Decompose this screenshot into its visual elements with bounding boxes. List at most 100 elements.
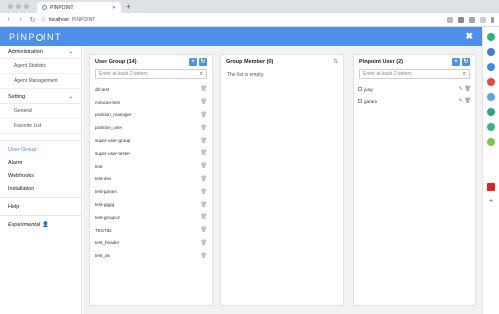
- sidebar-item-favorite-list[interactable]: Favorite List: [0, 119, 81, 134]
- trash-icon[interactable]: 🗑: [201, 253, 207, 259]
- sidebar-item-experimental[interactable]: Experimental 👤: [0, 218, 81, 231]
- close-tab-icon[interactable]: ✕: [112, 5, 116, 11]
- sidebar-item-webhooks[interactable]: Webhooks: [0, 169, 81, 182]
- extension-icon[interactable]: [487, 123, 495, 131]
- group-list-item[interactable]: db-test 🗑: [90, 83, 212, 96]
- trash-icon[interactable]: 🗑: [465, 86, 471, 92]
- minimize-window-dot[interactable]: [16, 4, 21, 9]
- divider: [0, 197, 81, 198]
- sidebar-item-general[interactable]: General: [0, 104, 81, 119]
- group-list-item[interactable]: test-dev 🗑: [90, 173, 212, 186]
- extension-icon[interactable]: [487, 138, 495, 146]
- group-list-item[interactable]: test 🗑: [90, 160, 212, 173]
- trash-icon[interactable]: 🗑: [201, 202, 207, 208]
- trash-icon[interactable]: 🗑: [201, 99, 207, 105]
- extension-icon[interactable]: [480, 16, 486, 23]
- user-search-input[interactable]: Enter at least 2 letters ⌕: [359, 69, 470, 79]
- user-list-item[interactable]: garam ✎ 🗑: [354, 95, 475, 107]
- group-list-item[interactable]: test_header 🗑: [90, 237, 212, 250]
- setting-label: Setting: [8, 94, 26, 100]
- sort-icon[interactable]: ⇅: [333, 59, 338, 65]
- pinpoint-favicon-icon: [42, 5, 47, 10]
- add-extension-icon[interactable]: +: [489, 198, 493, 205]
- group-search-input[interactable]: Enter at least 2 letters ⌕: [95, 69, 207, 79]
- user-checkbox[interactable]: [358, 99, 362, 103]
- back-icon[interactable]: ‹: [5, 16, 12, 23]
- group-list-item[interactable]: test_as 🗑: [90, 249, 212, 262]
- sidebar-item-agent-management[interactable]: Agent Management: [0, 74, 81, 89]
- trash-icon[interactable]: 🗑: [201, 163, 207, 169]
- user-list-item[interactable]: jung ✎ 🗑: [354, 83, 475, 95]
- extension-icon[interactable]: [487, 108, 495, 116]
- new-tab-button[interactable]: +: [121, 2, 136, 13]
- group-list-item[interactable]: minwoo-test 🗑: [90, 96, 212, 109]
- extension-icon[interactable]: [487, 63, 495, 71]
- extension-icon[interactable]: [487, 93, 495, 101]
- group-list-item[interactable]: test-group-2 🗑: [90, 211, 212, 224]
- close-window-dot[interactable]: [8, 4, 13, 9]
- trash-icon[interactable]: 🗑: [201, 227, 207, 233]
- browser-tab-bar: PINPOINT ✕ +: [0, 0, 499, 13]
- trash-icon[interactable]: 🗑: [201, 138, 207, 144]
- search-icon[interactable]: ⌕: [463, 71, 466, 78]
- sidebar-item-agent-statistic[interactable]: Agent Statistic: [0, 59, 81, 74]
- user-group-title: User Group (14): [95, 59, 137, 65]
- group-name: position_manager: [95, 112, 132, 118]
- extension-icon[interactable]: [487, 33, 495, 41]
- refresh-users-button[interactable]: ↻: [462, 58, 470, 66]
- extension-icon[interactable]: [487, 48, 495, 56]
- trash-icon[interactable]: 🗑: [201, 86, 207, 92]
- close-config-icon[interactable]: ✖: [465, 31, 473, 42]
- group-list-item[interactable]: position_manager 🗑: [90, 109, 212, 122]
- trash-icon[interactable]: 🗑: [465, 98, 471, 104]
- extension-icon[interactable]: [458, 16, 464, 23]
- group-list-item[interactable]: position_user 🗑: [90, 121, 212, 134]
- trash-icon[interactable]: 🗑: [201, 125, 207, 131]
- group-list-item[interactable]: test-garam 🗑: [90, 185, 212, 198]
- search-icon[interactable]: ⌕: [200, 71, 203, 78]
- sidebar-item-alarm[interactable]: Alarm: [0, 156, 81, 169]
- group-list-item[interactable]: super-user-group 🗑: [90, 134, 212, 147]
- extension-icon[interactable]: [469, 16, 475, 23]
- group-list-item[interactable]: test-gggg 🗑: [90, 198, 212, 211]
- trash-icon[interactable]: 🗑: [201, 240, 207, 246]
- reload-icon[interactable]: ↻: [29, 16, 36, 24]
- group-name: test_header: [95, 240, 120, 246]
- group-list-item[interactable]: super-user-tester 🗑: [90, 147, 212, 160]
- menu-icon[interactable]: [491, 16, 494, 23]
- group-name: test-group-2: [95, 214, 120, 220]
- maximize-window-dot[interactable]: [24, 4, 29, 9]
- edit-icon[interactable]: ✎: [458, 98, 462, 104]
- group-member-title: Group Member (0): [226, 59, 274, 65]
- add-group-button[interactable]: +: [189, 58, 197, 66]
- group-list-item[interactable]: TESTds 🗑: [90, 224, 212, 237]
- extension-icon[interactable]: [447, 16, 453, 23]
- extension-icon[interactable]: [487, 183, 495, 191]
- trash-icon[interactable]: 🗑: [201, 189, 207, 195]
- edit-icon[interactable]: ✎: [458, 86, 462, 92]
- trash-icon[interactable]: 🗑: [201, 150, 207, 156]
- user-actions: ✎ 🗑: [458, 98, 471, 104]
- trash-icon[interactable]: 🗑: [201, 176, 207, 182]
- forward-icon[interactable]: ›: [17, 16, 24, 23]
- sidebar-section-setting[interactable]: Setting ⌄: [0, 91, 81, 104]
- add-user-button[interactable]: +: [452, 58, 460, 66]
- sidebar-section-administration[interactable]: Administration ⌄: [0, 46, 81, 59]
- group-name: test_as: [95, 253, 110, 259]
- sidebar-item-help[interactable]: Help: [0, 200, 81, 213]
- pinpoint-logo: PINP INT: [9, 32, 62, 42]
- user-group-panel: User Group (14) + ↻ Enter at least 2 let…: [89, 54, 213, 306]
- trash-icon[interactable]: 🗑: [201, 214, 207, 220]
- url-field[interactable]: ⓘ localhost PINPOINT: [41, 16, 442, 24]
- panel-header: Group Member (0) ⇅: [221, 55, 343, 69]
- trash-icon[interactable]: 🗑: [201, 112, 207, 118]
- sidebar-item-installation[interactable]: Installation: [0, 182, 81, 195]
- sidebar-item-user-group[interactable]: User Group: [0, 143, 81, 156]
- tab-title: PINPOINT: [50, 4, 74, 11]
- refresh-groups-button[interactable]: ↻: [199, 58, 207, 66]
- logo-prefix: PINP: [9, 31, 37, 42]
- browser-tab[interactable]: PINPOINT ✕: [37, 2, 121, 13]
- extension-icon[interactable]: [487, 78, 495, 86]
- user-checkbox[interactable]: [358, 87, 362, 91]
- panel-header: User Group (14) + ↻: [90, 55, 212, 69]
